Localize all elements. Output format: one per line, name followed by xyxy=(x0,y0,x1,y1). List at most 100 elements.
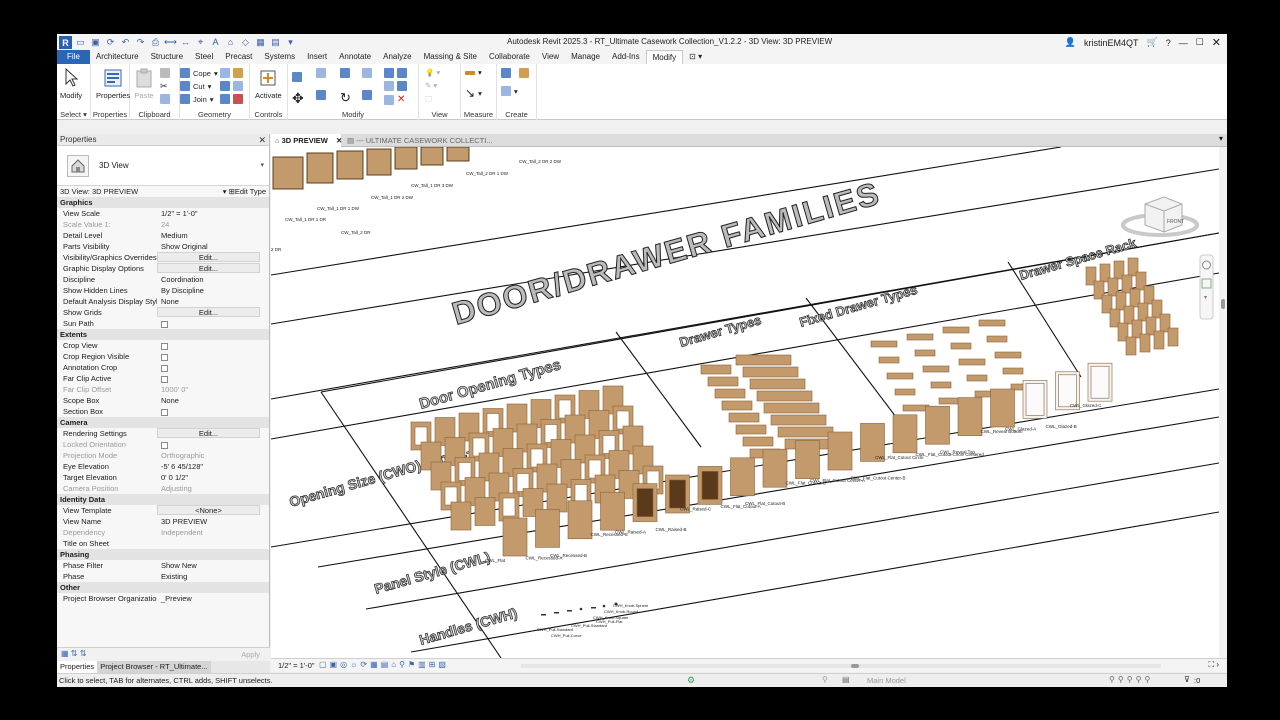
sync-icon[interactable]: ⟳ xyxy=(104,36,117,48)
trim-icon[interactable] xyxy=(362,90,372,100)
property-checkbox[interactable] xyxy=(157,373,260,384)
tab-view[interactable]: View xyxy=(536,50,565,64)
align-icon[interactable] xyxy=(292,72,302,82)
close-tab-icon[interactable]: ✕ xyxy=(336,136,342,145)
tab-manage[interactable]: Manage xyxy=(565,50,606,64)
checkbox-icon[interactable] xyxy=(161,364,168,372)
view-tabs-menu-icon[interactable]: ▾ xyxy=(1219,134,1223,143)
property-value[interactable] xyxy=(157,538,260,549)
close-icon[interactable]: ✕ xyxy=(258,134,266,146)
edit-type-button[interactable]: ▾ ⊞Edit Type xyxy=(223,186,266,197)
switch-windows-icon[interactable]: ▤ xyxy=(269,36,282,48)
property-group-header[interactable]: Camera xyxy=(57,417,269,428)
design-options-icon[interactable]: ▤ xyxy=(842,675,850,684)
property-checkbox[interactable] xyxy=(157,351,260,362)
close-hidden-icon[interactable]: ▦ xyxy=(254,36,267,48)
linework-icon[interactable]: ⬚ xyxy=(425,94,432,103)
cope-button[interactable]: Cope ▾ xyxy=(180,68,218,78)
tab-architecture[interactable]: Architecture xyxy=(90,50,145,64)
checkbox-icon[interactable] xyxy=(161,375,168,383)
view-scale[interactable]: 1/2" = 1'-0" xyxy=(278,661,315,670)
property-checkbox[interactable] xyxy=(157,362,260,373)
navigation-bar[interactable]: ▾ xyxy=(1199,254,1214,320)
tab-structure[interactable]: Structure xyxy=(145,50,189,64)
offset-icon[interactable] xyxy=(316,68,326,78)
delete-icon[interactable]: ✕ xyxy=(384,94,405,105)
editable-only-icon[interactable]: ⚲ xyxy=(822,675,828,684)
property-value[interactable]: Existing xyxy=(157,571,260,582)
property-checkbox[interactable] xyxy=(157,318,260,329)
worksets-icon[interactable]: ⚙ xyxy=(687,675,695,686)
maximize-button[interactable]: ☐ xyxy=(1196,37,1204,48)
tab-project-browser[interactable]: Project Browser - RT_Ultimate... xyxy=(97,661,211,673)
property-checkbox[interactable] xyxy=(157,406,260,417)
property-value[interactable]: Coordination xyxy=(157,274,260,285)
property-group-header[interactable]: Phasing xyxy=(57,549,269,560)
override-graphics-icon[interactable]: ✎ ▾ xyxy=(425,81,437,90)
split-icon[interactable] xyxy=(384,68,407,78)
drawing-area[interactable]: CW_Tall_1 DR 1 DR CW_Tall_1 DR 1 DW CW_T… xyxy=(271,147,1219,658)
customize-qat-icon[interactable]: ▾ xyxy=(284,36,297,48)
geometry-tool-2-icon[interactable] xyxy=(220,81,243,91)
measure-between-icon[interactable]: ▾ xyxy=(465,68,482,77)
tab-file[interactable]: File xyxy=(57,50,90,64)
3d-view-icon[interactable]: ⌂ xyxy=(224,36,237,48)
zoom-menu-icon[interactable]: ▾ xyxy=(1204,295,1207,301)
checkbox-icon[interactable] xyxy=(161,353,168,361)
property-edit-button[interactable]: Edit... xyxy=(157,252,260,262)
tab-add-ins[interactable]: Add-Ins xyxy=(606,50,646,64)
property-value[interactable]: 0' 0 1/2" xyxy=(157,472,260,483)
cut-geometry-button[interactable]: Cut ▾ xyxy=(180,81,211,91)
open-icon[interactable]: ▭ xyxy=(74,36,87,48)
properties-button[interactable]: Properties xyxy=(96,67,130,100)
create-group-icon[interactable] xyxy=(519,68,529,78)
property-value[interactable]: -5' 6 45/128" xyxy=(157,461,260,472)
undo-icon[interactable]: ↶ xyxy=(119,36,132,48)
geometry-tool-1-icon[interactable] xyxy=(220,68,243,78)
cut-icon[interactable]: ✂ xyxy=(160,81,168,92)
apply-button[interactable]: Apply xyxy=(241,650,260,659)
move-icon[interactable]: ✥ xyxy=(292,90,304,107)
sort-icons[interactable]: ▦ ⇅ ⇅ xyxy=(61,649,86,658)
tab-precast[interactable]: Precast xyxy=(219,50,258,64)
array-icon[interactable] xyxy=(384,81,407,91)
checkbox-icon[interactable] xyxy=(161,342,168,350)
horizontal-scrollbar[interactable] xyxy=(521,664,1161,668)
tab-steel[interactable]: Steel xyxy=(189,50,219,64)
create-assembly-icon[interactable] xyxy=(501,68,511,78)
tab-insert[interactable]: Insert xyxy=(301,50,333,64)
view-cube[interactable]: FRONT xyxy=(1121,196,1199,237)
property-value[interactable]: Show New xyxy=(157,560,260,571)
tab-collaborate[interactable]: Collaborate xyxy=(483,50,536,64)
minimize-button[interactable]: — xyxy=(1179,38,1188,48)
measure-icon[interactable]: ⟷ xyxy=(164,36,177,48)
hide-icon[interactable]: 💡 ▾ xyxy=(425,68,440,77)
vertical-scroll-thumb[interactable] xyxy=(1221,299,1225,309)
tag-icon[interactable]: ⌖ xyxy=(194,36,207,48)
view-tab-3d-preview[interactable]: ⌂ 3D PREVIEW ✕ xyxy=(271,134,342,147)
user-icon[interactable]: 👤 xyxy=(1065,37,1076,48)
type-selector[interactable]: 3D View ▾ xyxy=(57,146,269,186)
instance-filter[interactable]: 3D View: 3D PREVIEW ▾ ⊞Edit Type xyxy=(57,186,269,197)
property-group-header[interactable]: Identity Data xyxy=(57,494,269,505)
tab-properties[interactable]: Properties xyxy=(57,661,98,673)
ribbon-toggle-icon[interactable]: ⊡ ▾ xyxy=(683,50,708,64)
property-value[interactable]: 3D PREVIEW xyxy=(157,516,260,527)
modify-button[interactable]: Modify xyxy=(60,67,82,100)
property-value[interactable]: By Discipline xyxy=(157,285,260,296)
tab-modify[interactable]: Modify xyxy=(645,50,684,64)
rotate-icon[interactable]: ↻ xyxy=(340,90,351,106)
view-tab-casework-collection[interactable]: ▤ --- ULTIMATE CASEWORK COLLECTI... xyxy=(343,134,493,147)
checkbox-icon[interactable] xyxy=(161,320,168,328)
filter-icon[interactable]: ⊽ xyxy=(1184,675,1190,684)
create-parts-icon[interactable]: ▾ xyxy=(501,86,518,96)
user-name[interactable]: kristinEM4QT xyxy=(1084,38,1139,48)
property-checkbox[interactable] xyxy=(157,340,260,351)
mirror-pick-icon[interactable] xyxy=(340,68,350,78)
property-value[interactable]: 1/2" = 1'-0" xyxy=(157,208,260,219)
panel-select-label[interactable]: Select ▾ xyxy=(57,110,90,119)
tab-analyze[interactable]: Analyze xyxy=(377,50,417,64)
geometry-tool-3-icon[interactable] xyxy=(220,94,243,104)
activate-button[interactable]: Activate xyxy=(255,67,282,100)
redo-icon[interactable]: ↷ xyxy=(134,36,147,48)
